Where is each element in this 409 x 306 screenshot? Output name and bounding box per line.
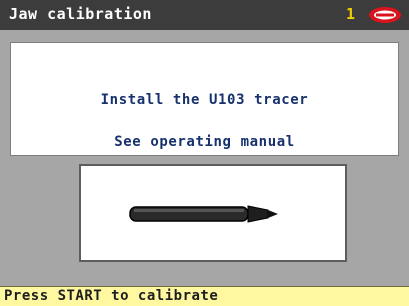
divider <box>0 30 409 40</box>
status-message: Press START to calibrate <box>4 288 219 304</box>
illustration-panel <box>79 164 347 262</box>
status-bar: Press START to calibrate <box>0 286 409 306</box>
silca-logo-icon <box>369 7 401 23</box>
title-bar: Jaw calibration 1 <box>0 0 409 30</box>
page-title: Jaw calibration <box>9 5 152 23</box>
u103-tracer-icon <box>129 205 278 223</box>
manual-reference-text: See operating manual <box>114 134 295 150</box>
instruction-text: Install the U103 tracer <box>100 92 309 108</box>
step-counter: 1 <box>346 5 356 23</box>
message-panel: Install the U103 tracer See operating ma… <box>10 42 399 156</box>
